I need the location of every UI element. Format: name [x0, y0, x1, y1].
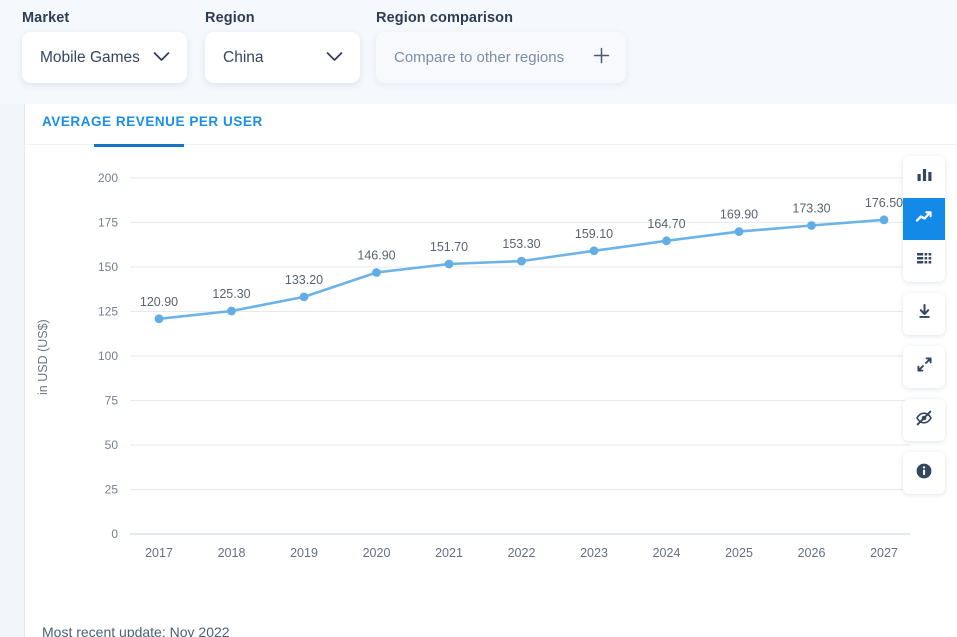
x-axis-tick-label: 2017	[145, 546, 173, 560]
table-view-button[interactable]	[903, 240, 945, 282]
chart-x-axis-ticks: 2017 2018 2019 2020 2021 2022 2023 2024 2025 2026…	[145, 546, 898, 560]
market-select-value: Mobile Games	[40, 48, 140, 66]
data-point-label: 169.90	[720, 208, 758, 222]
data-point	[227, 306, 236, 316]
chart-toolbar	[903, 156, 945, 505]
x-axis-tick-label: 2025	[725, 546, 753, 560]
data-point-label: 120.90	[140, 295, 178, 309]
eye-off-icon	[915, 409, 933, 432]
tab-average-revenue-per-user[interactable]: AVERAGE REVENUE PER USER	[42, 114, 263, 140]
x-axis-tick-label: 2019	[290, 546, 318, 560]
x-axis-tick-label: 2023	[580, 546, 608, 560]
data-point-label: 164.70	[647, 217, 685, 231]
data-point-label: 146.90	[357, 249, 395, 263]
region-select-value: China	[223, 48, 264, 66]
data-point	[372, 268, 381, 277]
tab-bar: AVERAGE REVENUE PER USER	[25, 104, 957, 147]
chart-gridlines	[130, 177, 910, 535]
data-point-label: 176.50	[865, 196, 903, 210]
filter-bar: Market Mobile Games Region China Region …	[0, 0, 957, 104]
table-grid-icon	[916, 251, 933, 271]
info-icon	[915, 462, 933, 485]
data-point	[879, 215, 889, 225]
y-axis-tick-label: 200	[98, 171, 118, 185]
bar-chart-view-button[interactable]	[903, 156, 945, 198]
y-axis-tick-label: 175	[98, 216, 118, 230]
y-axis-tick-label: 0	[111, 527, 118, 541]
download-button[interactable]	[903, 293, 945, 335]
chevron-down-icon	[326, 49, 343, 67]
compare-regions-button[interactable]: Compare to other regions	[376, 32, 626, 83]
region-comparison-label: Region comparison	[376, 10, 514, 26]
x-axis-tick-label: 2026	[798, 546, 826, 560]
data-point-label: 159.10	[575, 227, 613, 241]
region-select[interactable]: China	[205, 32, 360, 83]
expand-icon	[916, 356, 933, 378]
data-point	[662, 236, 671, 246]
y-axis-tick-label: 150	[98, 260, 118, 274]
region-label: Region	[205, 10, 255, 26]
chart-data-points	[154, 215, 889, 324]
chart-data-line	[157, 218, 886, 321]
y-axis-tick-label: 75	[105, 394, 119, 408]
filter-group-region: Region China	[205, 10, 360, 83]
data-point-label: 153.30	[502, 237, 540, 251]
chevron-down-icon	[153, 49, 170, 67]
x-axis-tick-label: 2022	[508, 546, 536, 560]
data-point	[807, 221, 816, 230]
download-group	[903, 293, 945, 335]
chart-card: AVERAGE REVENUE PER USER 0 25 50 75 100 125 15…	[25, 104, 957, 637]
compare-regions-value: Compare to other regions	[394, 49, 565, 66]
chart-data-labels: 120.90 125.30 133.20 146.90 151.70 153.30 159.…	[140, 196, 903, 309]
data-point-label: 133.20	[285, 273, 323, 287]
data-point	[734, 227, 744, 236]
data-point	[517, 256, 526, 266]
expand-group	[903, 346, 945, 388]
chart-y-axis-ticks: 0 25 50 75 100 125 150 175 200	[98, 171, 118, 541]
info-group	[903, 452, 945, 494]
statista-chart-page: Market Mobile Games Region China Region …	[0, 0, 957, 637]
data-point-label: 173.30	[792, 202, 830, 216]
market-label: Market	[22, 10, 70, 26]
left-gutter	[0, 104, 25, 637]
chart-view-toggle-group	[903, 156, 945, 282]
x-axis-tick-label: 2024	[653, 546, 681, 560]
info-button[interactable]	[903, 452, 945, 494]
expand-button[interactable]	[903, 346, 945, 388]
x-axis-tick-label: 2020	[363, 546, 391, 560]
data-point	[589, 246, 599, 256]
filter-group-region-comparison: Region comparison Compare to other regio…	[376, 10, 626, 83]
hide-labels-button[interactable]	[903, 399, 945, 441]
data-point	[444, 259, 454, 269]
chart-y-axis-title: in USD (US$)	[36, 319, 50, 395]
chart-area: 0 25 50 75 100 125 150 175 200 2017 2018 2019 2020 2…	[25, 145, 957, 637]
data-point-label: 151.70	[430, 240, 468, 254]
filter-group-market: Market Mobile Games	[22, 10, 187, 83]
plus-icon	[593, 47, 610, 69]
download-icon	[916, 303, 933, 325]
y-axis-tick-label: 100	[98, 349, 118, 363]
y-axis-tick-label: 125	[98, 305, 118, 319]
x-axis-tick-label: 2018	[218, 546, 246, 560]
y-axis-tick-label: 25	[105, 483, 119, 497]
line-chart: 0255075100125150175200 2017 2018 2019 2020 2…	[36, 171, 910, 560]
y-axis-tick-label: 50	[105, 438, 119, 452]
bar-chart-icon	[916, 166, 933, 188]
data-point	[299, 292, 309, 302]
x-axis-tick-label: 2027	[870, 546, 898, 560]
x-axis-tick-label: 2021	[435, 546, 463, 560]
line-chart-view-button[interactable]	[903, 198, 945, 240]
hide-labels-group	[903, 399, 945, 441]
market-select[interactable]: Mobile Games	[22, 32, 187, 83]
line-chart-icon	[915, 208, 933, 231]
data-point	[154, 314, 164, 324]
most-recent-update: Most recent update: Nov 2022	[42, 624, 230, 637]
data-point-label: 125.30	[212, 287, 250, 301]
